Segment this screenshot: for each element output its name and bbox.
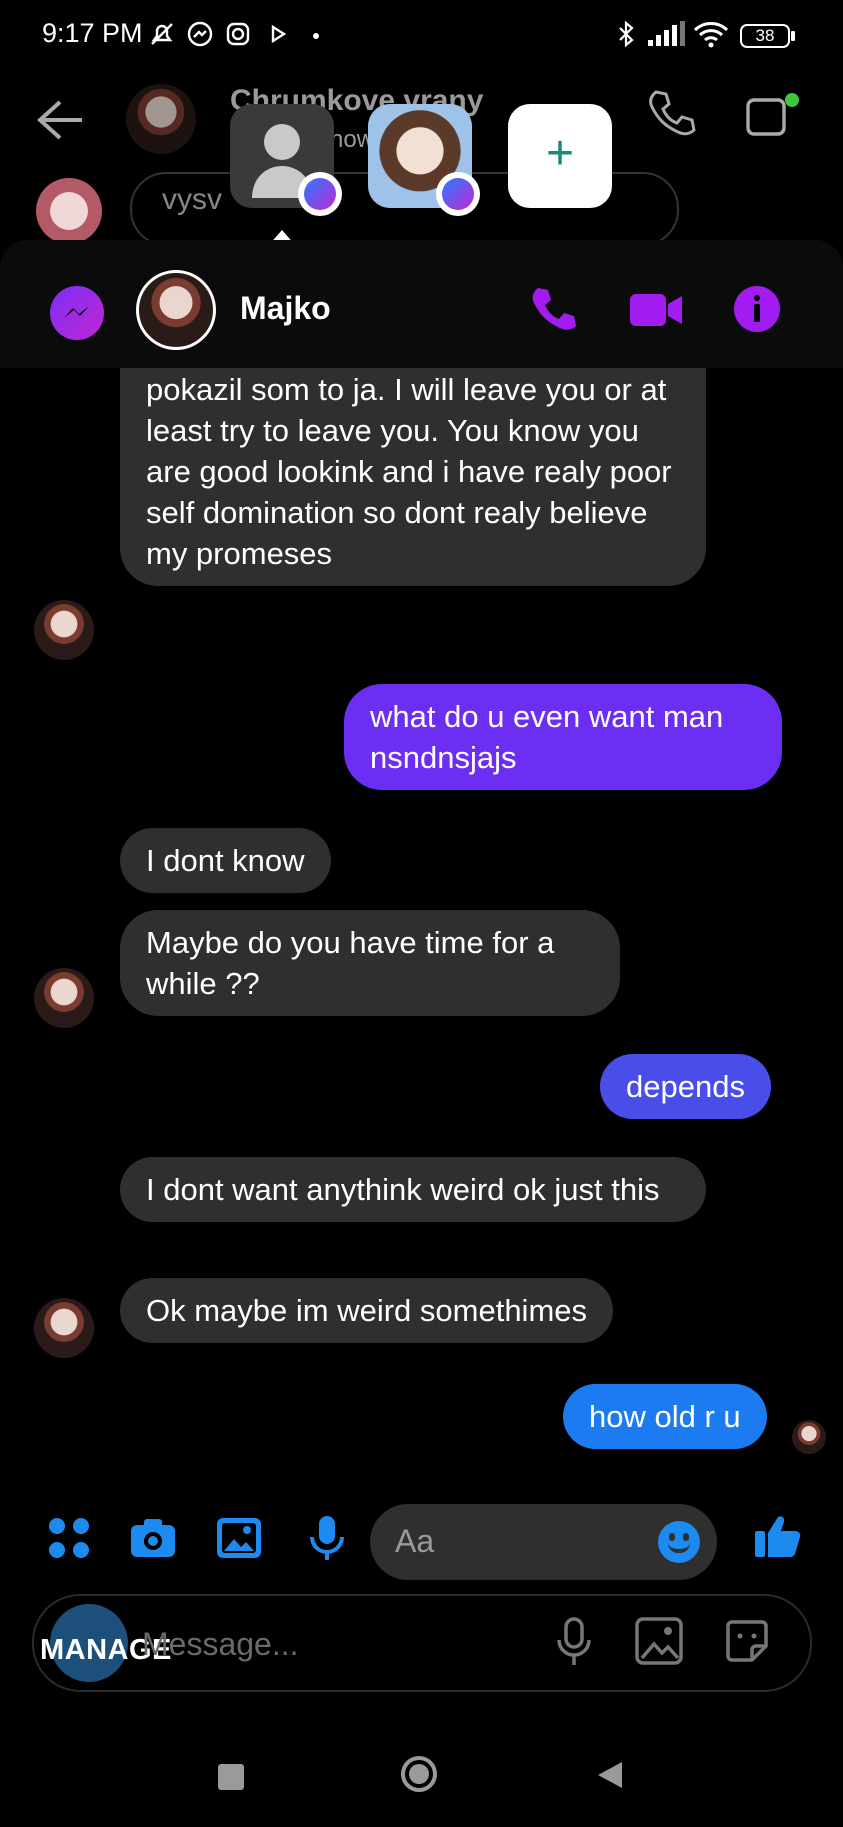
bluetooth-icon xyxy=(619,20,634,48)
message-bubble-incoming[interactable]: I dont know xyxy=(120,828,331,893)
messenger-badge-icon xyxy=(298,172,342,216)
like-icon[interactable] xyxy=(752,1509,804,1561)
group-avatar xyxy=(126,84,196,154)
call-icon[interactable] xyxy=(644,86,698,140)
message-bubble-outgoing[interactable]: what do u even want man nsndnsjajs xyxy=(344,684,782,790)
message-bubble-incoming[interactable]: Maybe do you have time for a while ?? xyxy=(120,910,620,1016)
microphone-icon[interactable] xyxy=(302,1513,352,1563)
video-call-icon[interactable] xyxy=(744,90,800,142)
bg-message-placeholder: Message... xyxy=(142,1626,299,1662)
message-list[interactable]: slovo a dnes som bol sentimentalny ok po… xyxy=(0,368,843,1480)
messenger-icon xyxy=(187,21,213,47)
bg-mic-icon xyxy=(557,1617,591,1665)
battery-tip xyxy=(791,31,795,41)
camera-icon[interactable] xyxy=(128,1513,178,1563)
message-bubble-incoming[interactable]: I dont want anythink weird ok just this xyxy=(120,1157,706,1222)
read-receipt-avatar xyxy=(792,1420,826,1454)
sender-avatar xyxy=(34,1298,94,1358)
apps-menu-icon[interactable] xyxy=(44,1513,94,1563)
phone-icon[interactable] xyxy=(528,284,578,334)
bg-input-text: vysv xyxy=(162,183,222,216)
info-icon[interactable] xyxy=(734,286,780,332)
add-chat-head-button[interactable]: + xyxy=(508,104,612,208)
member-avatar xyxy=(36,178,102,244)
message-input-placeholder: Aa xyxy=(395,1523,435,1559)
back-button[interactable] xyxy=(596,1760,624,1790)
battery-icon: 38 xyxy=(740,24,790,48)
instagram-icon xyxy=(226,22,250,46)
sender-avatar xyxy=(34,600,94,660)
bubble-header xyxy=(0,240,843,368)
video-icon[interactable] xyxy=(628,288,684,332)
status-time: 9:17 PM xyxy=(42,18,143,48)
mute-icon xyxy=(151,23,173,45)
gallery-icon[interactable] xyxy=(214,1513,264,1563)
message-bubble-incoming[interactable]: slovo a dnes som bol sentimentalny ok po… xyxy=(120,368,706,586)
emoji-icon[interactable] xyxy=(658,1521,700,1563)
contact-avatar[interactable] xyxy=(136,270,216,350)
wifi-icon xyxy=(693,22,729,48)
chat-head-default[interactable] xyxy=(230,104,342,216)
messenger-badge-icon xyxy=(436,172,480,216)
bg-sticker-icon xyxy=(726,1620,768,1662)
play-icon xyxy=(271,24,287,44)
sender-avatar xyxy=(34,968,94,1028)
chat-head-majko[interactable] xyxy=(368,104,480,216)
signal-icon xyxy=(648,21,685,46)
messenger-logo-icon[interactable] xyxy=(50,286,104,340)
bg-gallery-icon xyxy=(635,1617,683,1665)
message-bubble-outgoing[interactable]: depends xyxy=(600,1054,771,1119)
contact-name[interactable]: Majko xyxy=(240,290,331,327)
dot-icon xyxy=(313,33,319,39)
message-bubble-outgoing[interactable]: how old r u xyxy=(563,1384,767,1449)
home-button-dot xyxy=(409,1764,429,1784)
back-arrow-icon[interactable] xyxy=(32,96,86,144)
recents-button[interactable] xyxy=(218,1764,244,1790)
message-bubble-incoming[interactable]: Ok maybe im weird somethimes xyxy=(120,1278,614,1343)
